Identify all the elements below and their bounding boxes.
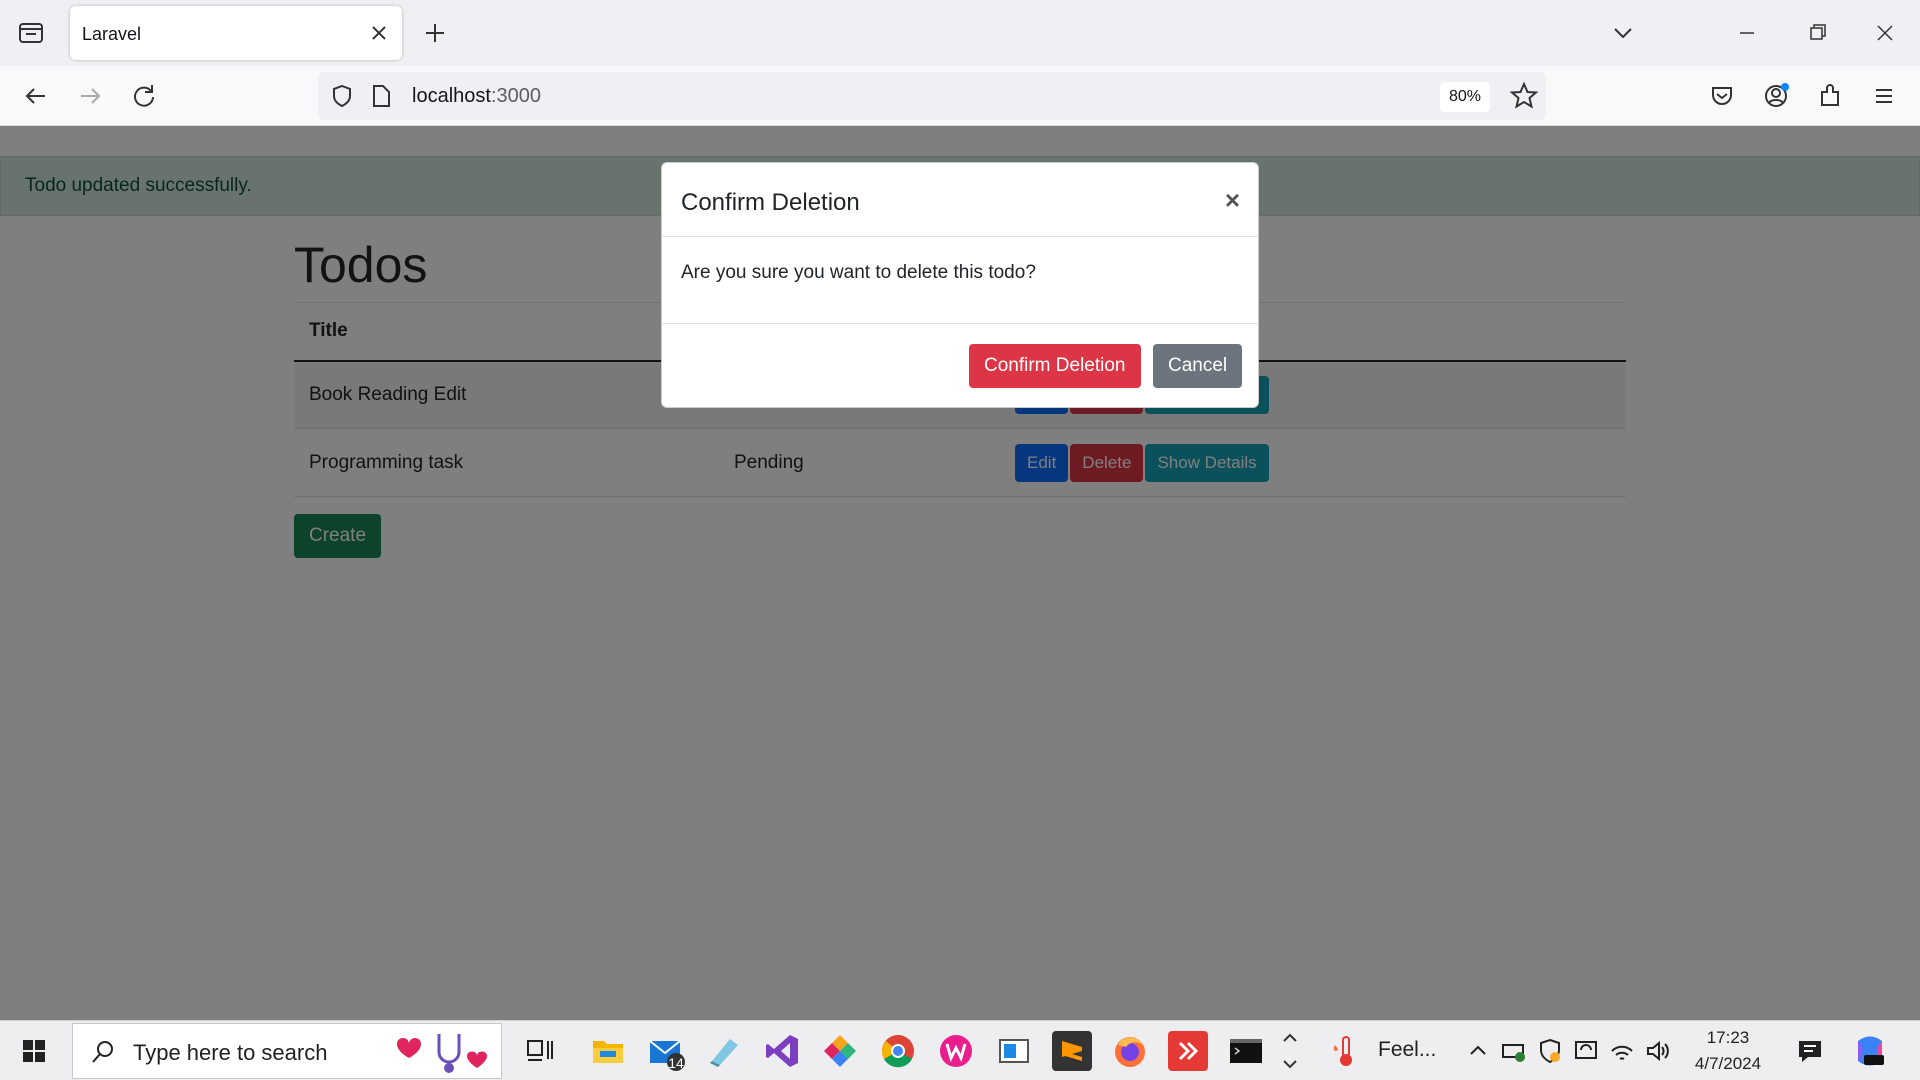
url-bar[interactable]: localhost:3000 80% (318, 72, 1546, 120)
browser-tab[interactable]: Laravel (70, 6, 402, 60)
terminal-icon[interactable] (1226, 1031, 1266, 1071)
wamp-icon[interactable] (936, 1031, 976, 1071)
security-shield-icon[interactable] (1536, 1037, 1564, 1065)
sync-icon[interactable] (1572, 1037, 1600, 1065)
modal-title: Confirm Deletion (681, 189, 860, 216)
clock-time: 17:23 (1706, 1028, 1750, 1047)
bookmark-star-icon[interactable] (1508, 80, 1540, 112)
taskbar-search-box[interactable]: Type here to search (72, 1023, 502, 1079)
system-clock[interactable]: 17:23 4/7/2024 (1690, 1025, 1766, 1077)
modal-header: Confirm Deletion × (662, 163, 1258, 237)
new-tab-icon[interactable] (420, 18, 450, 48)
file-explorer-icon[interactable] (588, 1031, 628, 1071)
modal-body: Are you sure you want to delete this tod… (662, 237, 1258, 324)
weather-label[interactable]: Feel... (1378, 1038, 1436, 1062)
tab-overflow-icon[interactable] (1600, 12, 1646, 54)
account-icon[interactable] (1758, 78, 1794, 114)
extensions-icon[interactable] (1812, 78, 1848, 114)
back-icon[interactable] (18, 78, 54, 114)
anydesk-icon[interactable] (1168, 1031, 1208, 1071)
weather-thermometer-icon[interactable] (1326, 1031, 1366, 1071)
windows-start-icon[interactable] (14, 1035, 54, 1067)
health-search-highlight-icon (389, 1028, 499, 1078)
copilot-icon[interactable] (1852, 1033, 1888, 1069)
cancel-button[interactable]: Cancel (1153, 344, 1243, 388)
url-text[interactable]: localhost:3000 (412, 85, 541, 108)
modal-message: Are you sure you want to delete this tod… (681, 262, 1036, 283)
chrome-icon[interactable] (878, 1031, 918, 1071)
confirm-deletion-modal: Confirm Deletion × Are you sure you want… (661, 162, 1259, 408)
modal-close-icon[interactable]: × (1225, 185, 1240, 216)
search-placeholder: Type here to search (133, 1040, 328, 1065)
windows-taskbar: Type here to search 14 Feel... 17:23 4/7… (0, 1020, 1920, 1080)
page-info-icon[interactable] (368, 82, 394, 110)
search-icon (89, 1038, 117, 1066)
close-tab-icon[interactable] (366, 20, 392, 46)
visual-studio-icon[interactable] (762, 1031, 802, 1071)
wifi-icon[interactable] (1608, 1037, 1636, 1065)
mail-badge: 14 (668, 1055, 684, 1071)
clock-date: 4/7/2024 (1694, 1054, 1762, 1073)
notifications-icon[interactable] (1794, 1035, 1826, 1067)
shield-icon[interactable] (328, 82, 356, 110)
browser-tab-bar: Laravel (0, 0, 1920, 66)
show-hidden-icons-icon[interactable] (1464, 1037, 1492, 1065)
restore-icon[interactable] (1794, 12, 1840, 54)
reload-icon[interactable] (126, 78, 162, 114)
modal-footer: Confirm Deletion Cancel (662, 324, 1258, 408)
url-host: localhost (412, 85, 491, 107)
close-window-icon[interactable] (1862, 12, 1908, 54)
url-port: :3000 (490, 85, 541, 107)
tab-title: Laravel (82, 24, 142, 44)
browser-nav-bar: localhost:3000 80% (0, 66, 1920, 126)
web-page: Todo updated successfully. Todos Title B… (0, 126, 1920, 1020)
battery-icon[interactable] (1500, 1037, 1528, 1065)
confirm-deletion-button[interactable]: Confirm Deletion (969, 344, 1141, 388)
volume-icon[interactable] (1644, 1037, 1672, 1065)
tab-list-icon[interactable] (14, 18, 48, 48)
git-tool-icon[interactable] (820, 1031, 860, 1071)
window-app-icon[interactable] (994, 1031, 1034, 1071)
taskbar-scroll-icon[interactable] (1278, 1027, 1302, 1075)
pocket-icon[interactable] (1704, 78, 1740, 114)
minimize-icon[interactable] (1724, 12, 1770, 54)
forward-icon[interactable] (72, 78, 108, 114)
notepad-icon[interactable] (704, 1031, 744, 1071)
sublime-text-icon[interactable] (1052, 1031, 1092, 1071)
menu-icon[interactable] (1866, 78, 1902, 114)
task-view-icon[interactable] (520, 1031, 560, 1071)
mail-icon[interactable]: 14 (646, 1031, 686, 1071)
zoom-level[interactable]: 80% (1440, 82, 1490, 112)
firefox-icon[interactable] (1110, 1031, 1150, 1071)
